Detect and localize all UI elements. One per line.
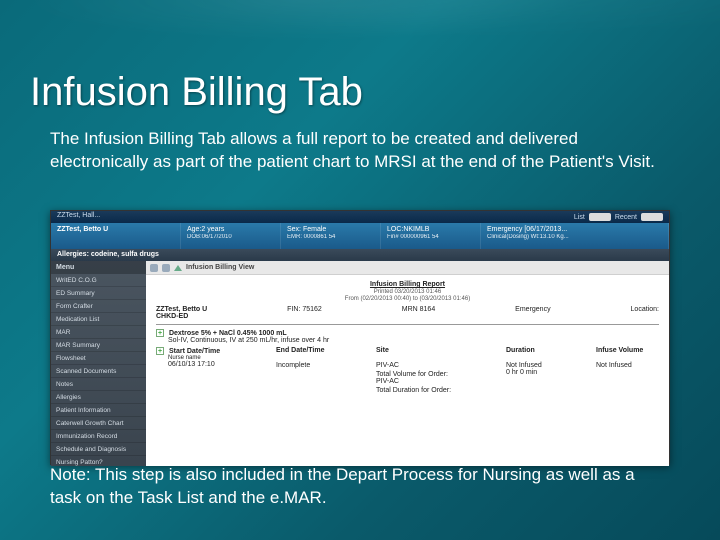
start-header: Start Date/Time <box>169 348 220 355</box>
screenshot: ZZTest, Hall... List Recent ZZTest, Bett… <box>50 210 670 465</box>
duration-header: Duration <box>506 347 566 354</box>
report: Infusion Billing Report Printed 03/20/20… <box>146 275 669 466</box>
patient-name: ZZTest, Betto U <box>57 226 174 234</box>
medication-detail: Sol-IV, Continuous, IV at 250 mL/hr, inf… <box>156 337 659 344</box>
sidebar-item[interactable]: Immunization Record <box>51 430 146 443</box>
sidebar-item[interactable]: Caterwell Growth Chart <box>51 417 146 430</box>
search-field[interactable] <box>641 213 663 221</box>
sidebar: Menu WritED C.O.GED SummaryForm CrafterM… <box>51 261 146 466</box>
recent-dropdown[interactable] <box>589 213 611 221</box>
duration-value-1: Not Infused <box>506 362 566 369</box>
sidebar-item[interactable]: Notes <box>51 378 146 391</box>
patient-banner: ZZTest, Betto U Age:2 years DOB:06/17/20… <box>51 223 669 249</box>
medication-name: Dextrose 5% + NaCl 0.45% 1000 mL <box>169 330 287 337</box>
sidebar-item[interactable]: MAR <box>51 326 146 339</box>
sidebar-item[interactable]: WritED C.O.G <box>51 274 146 287</box>
sidebar-item[interactable]: Allergies <box>51 391 146 404</box>
patient-loc: LOC:NKIMLB <box>387 226 474 234</box>
sidebar-item[interactable]: Form Crafter <box>51 300 146 313</box>
slide-note: Note: This step is also included in the … <box>50 464 670 510</box>
patient-sex: Sex: Female <box>287 226 374 234</box>
forward-icon[interactable] <box>162 264 170 272</box>
report-enc-type: Emergency <box>515 306 550 313</box>
visit-type: Emergency [06/17/2013... <box>487 226 662 234</box>
report-title: Infusion Billing Report <box>156 281 659 288</box>
slide-title: Infusion Billing Tab <box>30 70 363 115</box>
patient-age: Age:2 years <box>187 226 274 234</box>
report-range: From (02/20/2013 00:40) to (03/20/2013 0… <box>156 296 659 302</box>
total-dur-label: Total Duration for Order: <box>376 387 496 394</box>
site-header: Site <box>376 347 476 354</box>
allergies-bar: Allergies: codeine, sulfa drugs <box>51 249 669 261</box>
location-value: CHKD-ED <box>156 313 659 320</box>
sidebar-item[interactable]: Scanned Documents <box>51 365 146 378</box>
start-value: 06/10/13 17:10 <box>156 361 246 368</box>
sidebar-item[interactable]: ED Summary <box>51 287 146 300</box>
expand-icon[interactable]: + <box>156 329 164 337</box>
home-icon[interactable] <box>174 265 182 271</box>
patient-dob: DOB:06/17/2010 <box>187 234 274 241</box>
volume-header: Infuse Volume <box>596 347 656 354</box>
report-patient: ZZTest, Betto U <box>156 306 207 313</box>
window-title: ZZTest, Hall... <box>57 212 100 222</box>
sidebar-item[interactable]: Schedule and Diagnosis <box>51 443 146 456</box>
patient-fin: Fin# 000000961 54 <box>387 234 474 241</box>
report-printed: Printed 03/20/2013 01:46 <box>156 289 659 295</box>
location-label: Location: <box>631 306 659 313</box>
back-icon[interactable] <box>150 264 158 272</box>
slide-description: The Infusion Billing Tab allows a full r… <box>50 128 670 174</box>
sidebar-item[interactable]: MAR Summary <box>51 339 146 352</box>
breadcrumb-label: Infusion Billing View <box>186 264 254 271</box>
volume-value: Not Infused <box>596 362 656 369</box>
main-panel: Infusion Billing View Infusion Billing R… <box>146 261 669 466</box>
recent-label: Recent <box>615 214 637 221</box>
site-value-2: PIV-AC <box>376 378 399 385</box>
patient-emr: EMR: 0000861 54 <box>287 234 374 241</box>
expand-start-icon[interactable]: + <box>156 347 164 355</box>
total-vol-label: Total Volume for Order: <box>376 371 496 378</box>
list-label[interactable]: List <box>574 214 585 221</box>
report-fin: FIN: 75162 <box>287 306 322 313</box>
sidebar-item[interactable]: Flowsheet <box>51 352 146 365</box>
dosing-weight: Clinical(Dosing) Wt:13.10 Kg... <box>487 234 662 241</box>
sidebar-item[interactable]: Medication List <box>51 313 146 326</box>
end-value: Incomplete <box>276 362 346 369</box>
sidebar-header: Menu <box>51 261 146 274</box>
sidebar-item[interactable]: Patient Information <box>51 404 146 417</box>
site-value-1: PIV-AC <box>376 362 476 369</box>
breadcrumb: Infusion Billing View <box>146 261 669 275</box>
end-header: End Date/Time <box>276 347 346 354</box>
report-mrn: MRN 8164 <box>402 306 435 313</box>
slide: Infusion Billing Tab The Infusion Billin… <box>0 0 720 540</box>
duration-value-2: 0 hr 0 min <box>506 369 566 376</box>
window-titlebar: ZZTest, Hall... List Recent <box>51 211 669 223</box>
